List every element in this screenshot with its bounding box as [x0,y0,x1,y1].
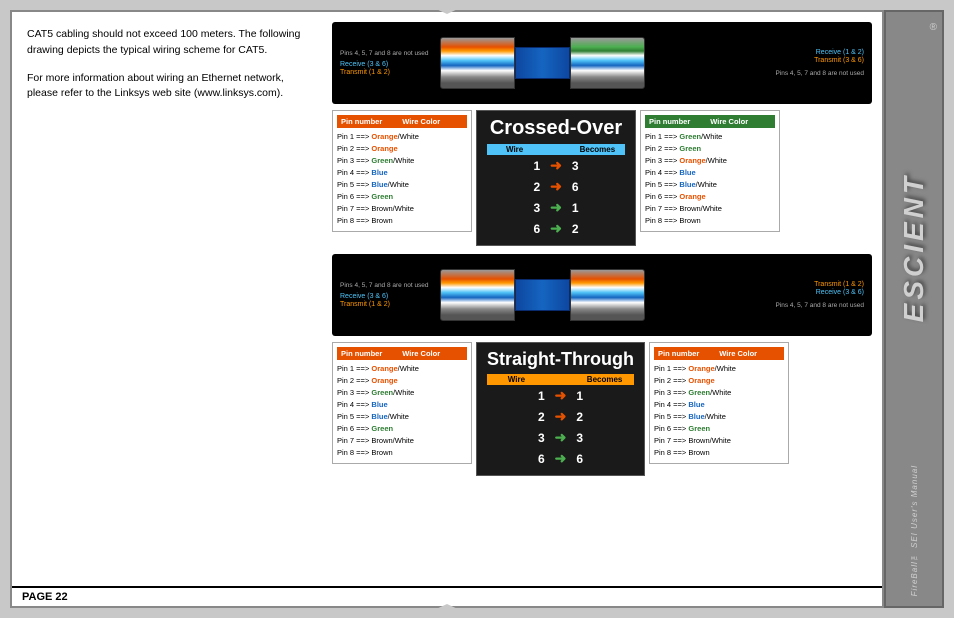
pin-table-right-crossed: Pin number Wire Color Pin 1 ==> Green/Wh… [640,110,780,232]
pin-table-right-straight: Pin number Wire Color Pin 1 ==> Orange/W… [649,342,789,464]
crossed-over-section: Pin number Wire Color Pin 1 ==> Orange/W… [332,110,872,246]
cross-arrow-3: ➜ [550,199,562,216]
pin-rows-left-straight: Pin 1 ==> Orange/White Pin 2 ==> Orange … [337,363,467,459]
receive-right-1: Receive (1 & 2) [816,49,864,56]
pin-rows-right-crossed: Pin 1 ==> Green/White Pin 2 ==> Green Pi… [645,131,775,227]
page-number: PAGE 22 [22,591,68,603]
pin-note-top-left-2: Pins 4, 5, 7 and 8 are not used [340,282,440,289]
cross-row-3: 3 ➜ 1 [487,197,625,218]
pin-rows-right-straight: Pin 1 ==> Orange/White Pin 2 ==> Orange … [654,363,784,459]
pin-table-left-crossed: Pin number Wire Color Pin 1 ==> Orange/W… [332,110,472,232]
pin-table-header-left-straight: Pin number Wire Color [337,347,467,360]
page-body: CAT5 cabling should not exceed 100 meter… [12,12,882,586]
wiring-diagram-2: Pins 4, 5, 7 and 8 are not used Receive … [332,254,872,336]
pin-rows-left-crossed: Pin 1 ==> Orange/White Pin 2 ==> Orange … [337,131,467,227]
receive-left: Receive (3 & 6) [340,61,440,68]
straight-through-box: Straight-Through Wire Becomes 1 ➜ 1 2 ➜ [476,342,645,476]
left-panel: CAT5 cabling should not exceed 100 meter… [22,22,322,576]
pin-table-left-straight: Pin number Wire Color Pin 1 ==> Orange/W… [332,342,472,464]
cross-arrow-1: ➜ [550,157,562,174]
cable-area-2 [440,258,744,332]
wiring-diagram-1: Pins 4, 5, 7 and 8 are not used Receive … [332,22,872,104]
cat5-description: CAT5 cabling should not exceed 100 meter… [27,27,317,59]
cable-area-1 [440,26,744,100]
straight-row-1: 1 ➜ 1 [487,385,634,406]
main-content: CAT5 cabling should not exceed 100 meter… [10,10,884,608]
pin-note-bottom-right-2: Pins 4, 5, 7 and 8 are not used [775,302,864,309]
cross-row-1: 1 ➜ 3 [487,155,625,176]
straight-arrow-1: ➜ [555,387,567,404]
cross-arrow-2: ➜ [550,178,562,195]
sidebar: ® ESCIENT FireBall™ SEI User's Manual [884,10,944,608]
receive-right-2: Receive (3 & 6) [816,289,864,296]
right-panel: Pins 4, 5, 7 and 8 are not used Receive … [332,22,872,576]
sidebar-logo: ESCIENT [898,38,930,457]
cross-table-header: Wire Becomes [487,144,625,155]
transmit-right-1: Transmit (3 & 6) [814,57,864,64]
pin-table-header-right-straight: Pin number Wire Color [654,347,784,360]
transmit-left-2: Transmit (1 & 2) [340,301,440,308]
straight-through-title: Straight-Through [487,349,634,370]
crossed-over-title: Crossed-Over [487,117,625,140]
page-footer: PAGE 22 [12,586,882,606]
pin-note-bottom-right: Pins 4, 5, 7 and 8 are not used [775,70,864,77]
chevron-bottom [417,604,477,618]
crossed-over-box: Crossed-Over Wire Becomes 1 ➜ 3 2 ➜ [476,110,636,246]
brand-name: ESCIENT [898,173,930,322]
receive-left-2: Receive (3 & 6) [340,293,440,300]
straight-row-3: 3 ➜ 3 [487,427,634,448]
cross-row-4: 6 ➜ 2 [487,218,625,239]
cross-row-2: 2 ➜ 6 [487,176,625,197]
straight-arrow-4: ➜ [555,450,567,467]
straight-arrow-2: ➜ [555,408,567,425]
pin-table-header-left-crossed: Pin number Wire Color [337,115,467,128]
straight-through-section: Pin number Wire Color Pin 1 ==> Orange/W… [332,342,872,476]
linksys-info: For more information about wiring an Eth… [27,71,317,103]
transmit-left: Transmit (1 & 2) [340,69,440,76]
fireball-subtitle: FireBall™ SEI User's Manual [910,465,919,596]
straight-arrow-3: ➜ [555,429,567,446]
registered-mark: ® [930,22,937,33]
transmit-right-2: Transmit (1 & 2) [814,281,864,288]
pin-note-top-left: Pins 4, 5, 7 and 8 are not used [340,50,440,57]
cross-arrow-4: ➜ [550,220,562,237]
straight-table-header: Wire Becomes [487,374,634,385]
straight-row-2: 2 ➜ 2 [487,406,634,427]
straight-row-4: 6 ➜ 6 [487,448,634,469]
pin-table-header-right-crossed: Pin number Wire Color [645,115,775,128]
